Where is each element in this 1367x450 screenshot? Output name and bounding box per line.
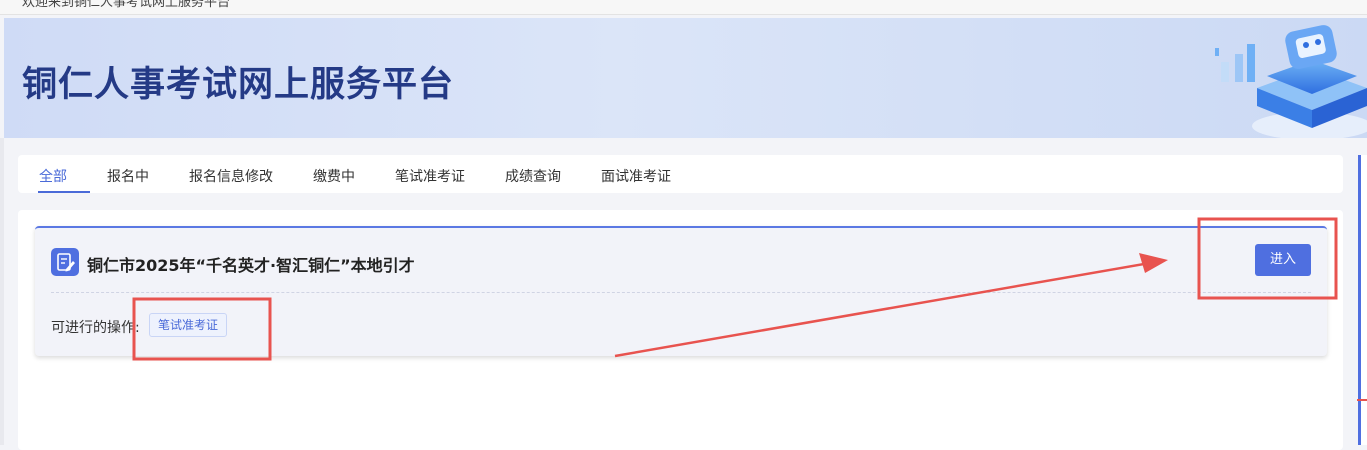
tab-registration-edit[interactable]: 报名信息修改 <box>189 166 273 186</box>
enter-button[interactable]: 进入 <box>1255 244 1311 276</box>
exam-title: 铜仁市2025年“千名英才·智汇铜仁”本地引才 <box>87 256 415 275</box>
site-title: 铜仁人事考试网上服务平台 <box>22 65 455 105</box>
active-tab-indicator <box>38 191 90 193</box>
tab-written-admission-ticket[interactable]: 笔试准考证 <box>395 166 465 186</box>
tab-score-query[interactable]: 成绩查询 <box>505 166 561 186</box>
tab-payment[interactable]: 缴费中 <box>313 166 355 186</box>
card-divider <box>51 292 1311 293</box>
welcome-text: 欢迎来到铜仁人事考试网上服务平台 <box>22 0 231 10</box>
tab-all[interactable]: 全部 <box>39 166 67 186</box>
top-welcome-bar: 欢迎来到铜仁人事考试网上服务平台 <box>0 0 1367 15</box>
edit-document-icon <box>51 248 79 276</box>
filter-tabs: 全部 报名中 报名信息修改 缴费中 笔试准考证 成绩查询 面试准考证 <box>18 155 1343 193</box>
tab-interview-admission-ticket[interactable]: 面试准考证 <box>601 166 671 186</box>
available-operations-label: 可进行的操作: <box>51 320 140 336</box>
banner-illustration-icon <box>1215 25 1367 138</box>
exam-card: 铜仁市2025年“千名英才·智汇铜仁”本地引才 可进行的操作: 笔试准考证 进入 <box>35 226 1327 356</box>
written-admission-ticket-link[interactable]: 笔试准考证 <box>149 313 228 337</box>
header-banner: 铜仁人事考试网上服务平台 <box>4 18 1367 138</box>
tab-registering[interactable]: 报名中 <box>107 166 149 186</box>
left-edge-panel <box>0 138 4 445</box>
right-side-panel <box>1358 155 1367 445</box>
